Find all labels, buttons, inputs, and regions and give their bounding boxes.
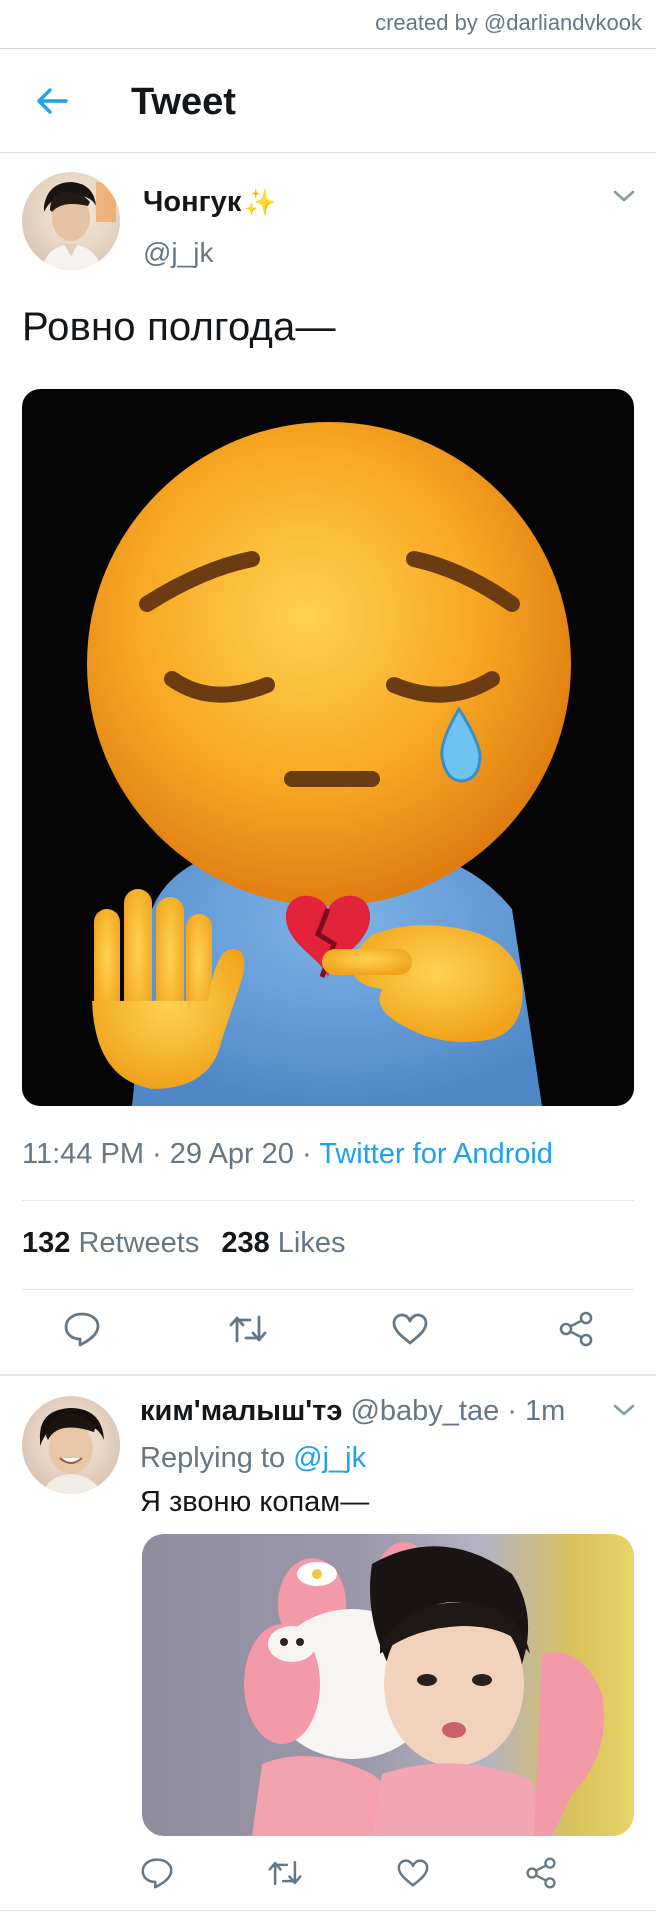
meta-separator: ·	[152, 1138, 162, 1170]
reply-button[interactable]	[59, 1306, 105, 1352]
back-button[interactable]	[30, 79, 74, 123]
replying-handle-link[interactable]: @j_jk	[293, 1442, 366, 1474]
reply-image[interactable]	[142, 1534, 634, 1836]
chevron-down-icon	[613, 190, 635, 202]
tweet-image[interactable]	[22, 389, 634, 1106]
retweet-icon	[268, 1860, 302, 1886]
likes-stat[interactable]: 238 Likes	[221, 1227, 345, 1259]
reply-header: ким'малыш'тэ @baby_tae · 1m	[140, 1395, 565, 1428]
meta-separator: ·	[302, 1138, 312, 1170]
reply-icon	[141, 1858, 173, 1889]
author-name-text: Чонгук	[143, 186, 242, 218]
share-icon	[526, 1857, 556, 1889]
reply-author-name[interactable]: ким'малыш'тэ	[140, 1395, 342, 1427]
tweet-text: Ровно полгода—	[22, 305, 336, 349]
pensive-emoji-illustration	[87, 422, 571, 1106]
reply-time: 1m	[525, 1395, 566, 1427]
reply-avatar[interactable]	[22, 1396, 120, 1494]
page-title: Tweet	[131, 81, 236, 123]
retweets-count: 132	[22, 1227, 71, 1259]
share-icon	[559, 1311, 593, 1347]
divider	[22, 1289, 634, 1290]
tweet-source-link[interactable]: Twitter for Android	[319, 1138, 553, 1170]
divider	[0, 1374, 656, 1376]
like-icon	[397, 1859, 429, 1887]
share-button[interactable]	[518, 1850, 564, 1896]
reply-author-handle[interactable]: @baby_tae	[350, 1395, 499, 1427]
tweet-date: 29 Apr 20	[169, 1138, 294, 1170]
like-button[interactable]	[390, 1850, 436, 1896]
reply-photo-illustration	[244, 1542, 604, 1836]
retweet-icon	[229, 1315, 267, 1343]
tweet-stats: 132 Retweets 238 Likes	[22, 1227, 346, 1260]
reply-menu-button[interactable]	[612, 1402, 636, 1423]
top-app-bar: Tweet	[0, 49, 656, 153]
meta-separator: ·	[507, 1395, 517, 1427]
divider	[0, 1910, 656, 1911]
like-button[interactable]	[387, 1306, 433, 1352]
replying-to: Replying to @j_jk	[140, 1442, 366, 1475]
replying-prefix: Replying to	[140, 1442, 286, 1474]
back-arrow-icon	[37, 88, 68, 114]
divider	[22, 1200, 634, 1201]
sparkles-emoji: ✨	[244, 187, 277, 217]
tweet-time: 11:44 PM	[22, 1138, 144, 1170]
retweets-label: Retweets	[78, 1227, 200, 1259]
reply-button[interactable]	[134, 1850, 180, 1896]
likes-label: Likes	[277, 1227, 346, 1259]
retweet-button[interactable]	[262, 1850, 308, 1896]
tweet-metadata: 11:44 PM · 29 Apr 20 · Twitter for Andro…	[22, 1138, 553, 1171]
reply-icon	[64, 1312, 100, 1347]
creator-credit: created by @darliandvkook	[375, 10, 642, 35]
avatar[interactable]	[22, 172, 120, 270]
chevron-down-icon	[613, 1404, 635, 1416]
reply-actions	[0, 1850, 656, 1896]
likes-count: 238	[221, 1227, 270, 1259]
tweet-actions	[0, 1306, 656, 1356]
share-button[interactable]	[553, 1306, 599, 1352]
author-name[interactable]: Чонгук ✨	[143, 186, 277, 219]
author-handle[interactable]: @j_jk	[143, 237, 213, 269]
avatar-portrait	[42, 182, 116, 270]
retweets-stat[interactable]: 132 Retweets	[22, 1227, 199, 1259]
retweet-button[interactable]	[225, 1306, 271, 1352]
tweet-menu-button[interactable]	[612, 188, 636, 209]
avatar-portrait	[39, 1408, 104, 1494]
reply-text: Я звоню копам—	[140, 1486, 370, 1518]
like-icon	[392, 1313, 428, 1345]
